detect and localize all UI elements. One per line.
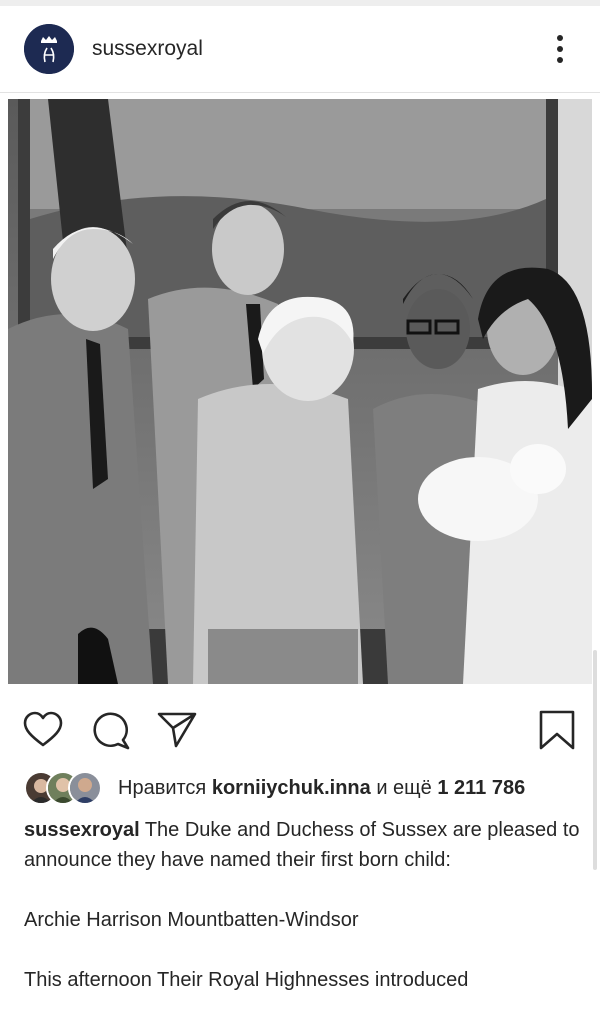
send-icon[interactable] (155, 708, 199, 752)
scrollbar[interactable] (593, 650, 597, 870)
more-vertical-icon[interactable] (546, 32, 574, 66)
post-caption: sussexroyal The Duke and Duchess of Suss… (24, 815, 584, 995)
bookmark-icon[interactable] (535, 708, 579, 752)
liker-avatar (68, 771, 102, 805)
comment-icon[interactable] (88, 708, 132, 752)
post-header: sussexroyal (0, 6, 600, 93)
username-link[interactable]: sussexroyal (92, 37, 203, 61)
family-photo (8, 99, 592, 684)
caption-next-line: This afternoon Their Royal Highnesses in… (24, 969, 469, 991)
heart-icon[interactable] (21, 708, 65, 752)
likes-text: Нравится korniiychuk.inna и ещё 1 211 78… (118, 777, 526, 799)
post-image[interactable] (8, 99, 592, 684)
caption-author[interactable]: sussexroyal (24, 819, 140, 841)
liker-username[interactable]: korniiychuk.inna (212, 777, 371, 799)
likes-row[interactable]: Нравится korniiychuk.inna и ещё 1 211 78… (24, 771, 584, 805)
avatar[interactable] (24, 24, 74, 74)
caption-name-line: Archie Harrison Mountbatten-Windsor (24, 909, 359, 931)
royal-monogram-icon (24, 24, 74, 74)
post-actions (0, 700, 600, 760)
likes-count[interactable]: 1 211 786 (437, 777, 525, 799)
